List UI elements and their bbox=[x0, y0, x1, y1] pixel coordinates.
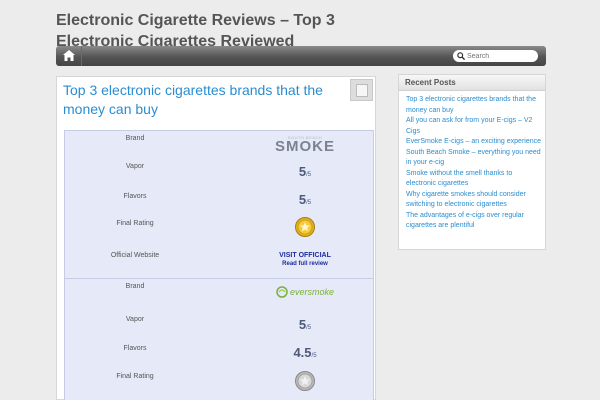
brand-label: Brand bbox=[125, 135, 145, 142]
official-website-label: Official Website bbox=[110, 252, 160, 259]
read-full-review-link[interactable]: Read full review bbox=[245, 260, 365, 269]
flavors-score: 5/5 bbox=[298, 192, 312, 207]
review-block: Brand eversmoke Vapor 5/5 Flavors 4.5/5 … bbox=[65, 279, 373, 400]
final-rating-label: Final Rating bbox=[116, 220, 154, 227]
flavors-label: Flavors bbox=[123, 193, 147, 200]
gold-medal-icon bbox=[245, 217, 365, 239]
search-input[interactable] bbox=[467, 50, 535, 62]
recent-post-link[interactable]: South Beach Smoke – everything you need … bbox=[406, 148, 541, 169]
vapor-score: 5/5 bbox=[298, 164, 312, 179]
comment-bubble-icon bbox=[356, 84, 368, 97]
recent-post-link[interactable]: All you can ask for from your E-cigs – V… bbox=[406, 116, 541, 137]
review-block: Brand SOUTH BEACH SMOKE Vapor 5/5 Flavor… bbox=[65, 131, 373, 279]
vapor-label: Vapor bbox=[125, 316, 145, 323]
eversmoke-logo-icon bbox=[276, 286, 288, 298]
vapor-score: 5/5 bbox=[298, 317, 312, 332]
post-title[interactable]: Top 3 electronic cigarettes brands that … bbox=[63, 81, 343, 119]
review-table: Brand SOUTH BEACH SMOKE Vapor 5/5 Flavor… bbox=[64, 130, 374, 400]
final-rating-label: Final Rating bbox=[116, 373, 154, 380]
comment-count-badge[interactable] bbox=[350, 79, 373, 101]
home-button[interactable] bbox=[56, 46, 82, 66]
search-box[interactable] bbox=[453, 50, 538, 62]
brand-logo[interactable]: SOUTH BEACH SMOKE bbox=[245, 135, 365, 154]
brand-logo[interactable]: eversmoke bbox=[245, 286, 365, 300]
magnifier-icon bbox=[457, 52, 465, 60]
main-navbar bbox=[56, 46, 546, 66]
silver-medal-icon bbox=[245, 371, 365, 393]
flavors-score: 4.5/5 bbox=[293, 345, 317, 360]
home-icon bbox=[63, 50, 75, 61]
vapor-label: Vapor bbox=[125, 163, 145, 170]
visit-official-link[interactable]: VISIT OFFICIAL bbox=[245, 251, 365, 260]
recent-post-link[interactable]: Smoke without the smell thanks to electr… bbox=[406, 169, 541, 190]
recent-posts-list: Top 3 electronic cigarettes brands that … bbox=[399, 91, 545, 232]
recent-posts-heading: Recent Posts bbox=[399, 75, 545, 91]
recent-post-link[interactable]: EverSmoke E-cigs – an exciting experienc… bbox=[406, 137, 541, 148]
recent-post-link[interactable]: Top 3 electronic cigarettes brands that … bbox=[406, 95, 541, 116]
official-links: VISIT OFFICIAL Read full review bbox=[245, 251, 365, 269]
recent-post-link[interactable]: The advantages of e-cigs over regular ci… bbox=[406, 211, 541, 232]
flavors-label: Flavors bbox=[123, 345, 147, 352]
brand-label: Brand bbox=[125, 283, 145, 290]
recent-post-link[interactable]: Why cigarette smokes should consider swi… bbox=[406, 190, 541, 211]
main-content: Top 3 electronic cigarettes brands that … bbox=[56, 76, 376, 400]
recent-posts-widget: Recent Posts Top 3 electronic cigarettes… bbox=[398, 74, 546, 250]
